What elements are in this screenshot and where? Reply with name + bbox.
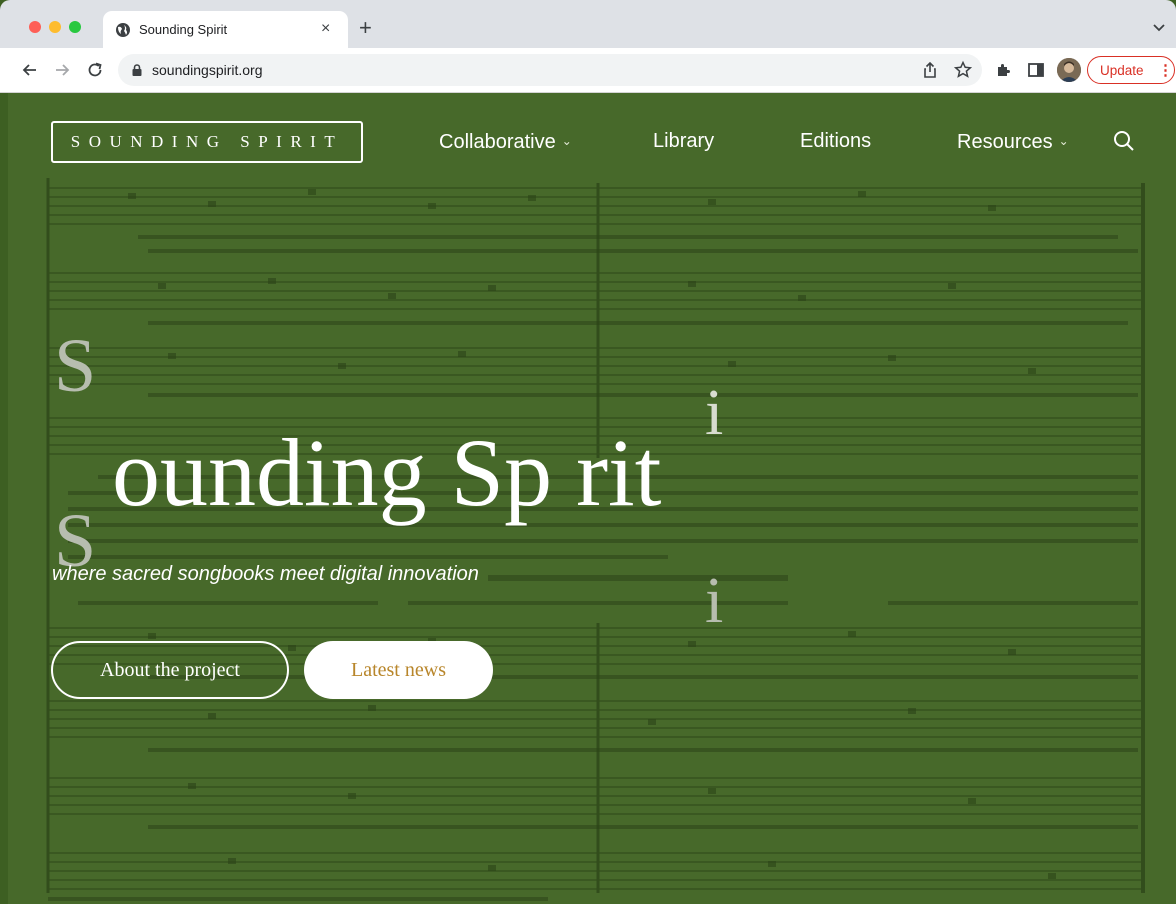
new-tab-button[interactable]: +: [359, 17, 372, 39]
hero-tagline: where sacred songbooks meet digital inno…: [52, 563, 479, 585]
nav-collaborative-label: Collaborative: [439, 131, 556, 153]
nav-editions-label: Editions: [800, 130, 872, 152]
browser-tab-strip: Sounding Spirit × +: [0, 0, 1176, 48]
extensions-puzzle-icon[interactable]: [994, 60, 1014, 80]
nav-resources-label: Resources: [957, 131, 1053, 153]
hero-letter-s-top: S: [54, 324, 97, 408]
website-page: SOUNDING SPIRIT Collaborative ⌄ Library E…: [8, 93, 1176, 904]
hero-letter-i-top: i: [705, 376, 724, 449]
lock-icon[interactable]: [130, 63, 144, 77]
address-bar[interactable]: soundingspirit.org: [118, 54, 982, 86]
url-text[interactable]: soundingspirit.org: [152, 62, 263, 78]
nav-editions[interactable]: Editions: [800, 129, 871, 153]
update-label: Update: [1100, 63, 1144, 78]
chevron-down-icon: ⌄: [1058, 134, 1069, 148]
tab-title: Sounding Spirit: [139, 22, 228, 37]
hero-title: ounding Sp rit: [112, 419, 662, 526]
profile-avatar[interactable]: [1057, 58, 1081, 82]
side-panel-icon[interactable]: [1026, 60, 1046, 80]
reload-icon[interactable]: [85, 60, 105, 80]
minimize-window-button[interactable]: [49, 21, 61, 33]
globe-icon: [116, 23, 130, 37]
bookmark-star-icon[interactable]: [953, 60, 973, 80]
share-icon[interactable]: [921, 61, 939, 79]
tab-search-chevron-icon[interactable]: [1152, 22, 1166, 32]
tab-close-button[interactable]: ×: [321, 19, 330, 39]
hero-letter-i-bottom: i: [705, 564, 724, 637]
profile-photo-icon: [1057, 58, 1081, 82]
latest-news-button[interactable]: Latest news: [304, 641, 493, 699]
site-logo[interactable]: SOUNDING SPIRIT: [51, 121, 363, 163]
about-project-button[interactable]: About the project: [51, 641, 289, 699]
nav-library[interactable]: Library: [653, 129, 714, 153]
search-icon[interactable]: [1113, 130, 1135, 152]
close-window-button[interactable]: [29, 21, 41, 33]
browser-toolbar: soundingspirit.org Update ⋮: [0, 48, 1176, 93]
forward-arrow-icon[interactable]: [52, 60, 72, 80]
chevron-down-icon: ⌄: [561, 134, 572, 148]
back-arrow-icon[interactable]: [20, 60, 40, 80]
nav-library-label: Library: [653, 130, 715, 152]
nav-resources[interactable]: Resources ⌄: [957, 129, 1069, 154]
update-button[interactable]: Update ⋮: [1087, 56, 1175, 84]
active-tab[interactable]: Sounding Spirit ×: [103, 11, 348, 48]
maximize-window-button[interactable]: [69, 21, 81, 33]
nav-collaborative[interactable]: Collaborative ⌄: [439, 129, 572, 154]
more-vertical-icon[interactable]: ⋮: [1158, 61, 1173, 79]
